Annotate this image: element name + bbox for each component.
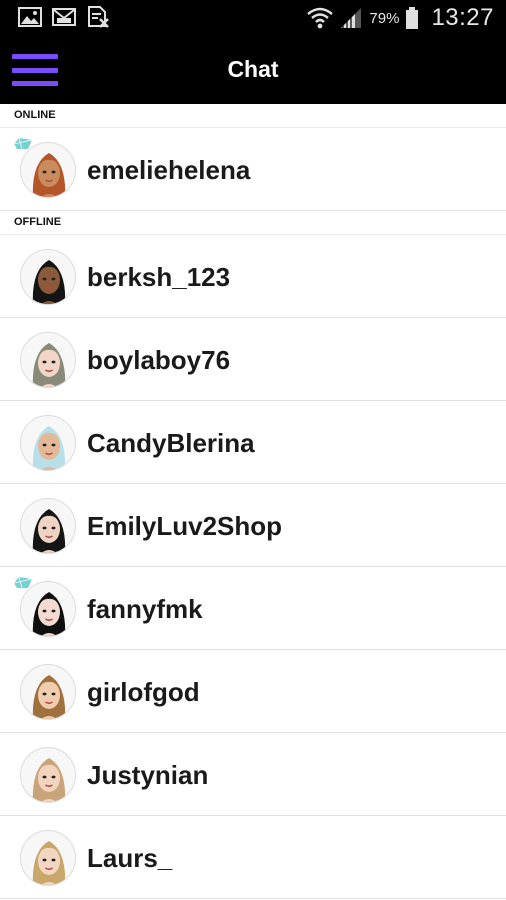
chat-list-item[interactable]: Laurs_ <box>0 816 506 899</box>
chat-list-item[interactable]: berksh_123 <box>0 235 506 318</box>
app-bar: Chat <box>0 36 506 104</box>
wifi-icon <box>307 7 334 29</box>
status-bar-system: 79% 13:27 <box>307 4 494 32</box>
online-users: emeliehelena <box>0 128 506 211</box>
offline-users: berksh_123 boylaboy76 CandyBlerina EmilyLuv… <box>0 235 506 899</box>
clock: 13:27 <box>431 4 494 31</box>
mail-icon <box>52 8 76 26</box>
battery-percent: 79% <box>369 9 400 27</box>
page-title: Chat <box>227 56 279 82</box>
chat-list-item[interactable]: fannyfmk <box>0 567 506 650</box>
username: berksh_123 <box>87 262 231 292</box>
avatar <box>20 830 76 886</box>
username: girlofgod <box>87 677 200 707</box>
avatar <box>20 415 76 471</box>
avatar <box>20 747 76 803</box>
vip-gem-icon <box>13 576 33 589</box>
chat-list[interactable]: ONLINE emeliehelena OFFLINE berksh_123bo… <box>0 104 506 899</box>
vip-gem-icon <box>13 137 33 150</box>
chat-list-item[interactable]: Justynian <box>0 733 506 816</box>
username: Justynian <box>87 760 209 790</box>
status-bar: 79% 13:27 <box>0 0 506 36</box>
chat-list-item[interactable]: boylaboy76 <box>0 318 506 401</box>
signal-icon <box>341 8 362 28</box>
section-header-online: ONLINE <box>0 104 506 128</box>
chat-list-item[interactable]: emeliehelena <box>0 128 506 211</box>
avatar <box>20 498 76 554</box>
username: fannyfmk <box>87 594 203 624</box>
battery-icon <box>406 7 419 29</box>
username: EmilyLuv2Shop <box>87 511 283 541</box>
file-x-icon <box>88 6 109 28</box>
section-header-offline: OFFLINE <box>0 211 506 235</box>
status-bar-notifications <box>18 6 110 28</box>
username: emeliehelena <box>87 155 251 185</box>
username: boylaboy76 <box>87 345 231 375</box>
gallery-icon <box>18 7 42 27</box>
chat-list-item[interactable]: CandyBlerina <box>0 401 506 484</box>
avatar <box>20 249 76 305</box>
avatar <box>20 664 76 720</box>
avatar <box>20 332 76 388</box>
username: CandyBlerina <box>87 428 255 458</box>
username: Laurs_ <box>87 843 173 873</box>
chat-list-item[interactable]: EmilyLuv2Shop <box>0 484 506 567</box>
chat-list-item[interactable]: girlofgod <box>0 650 506 733</box>
